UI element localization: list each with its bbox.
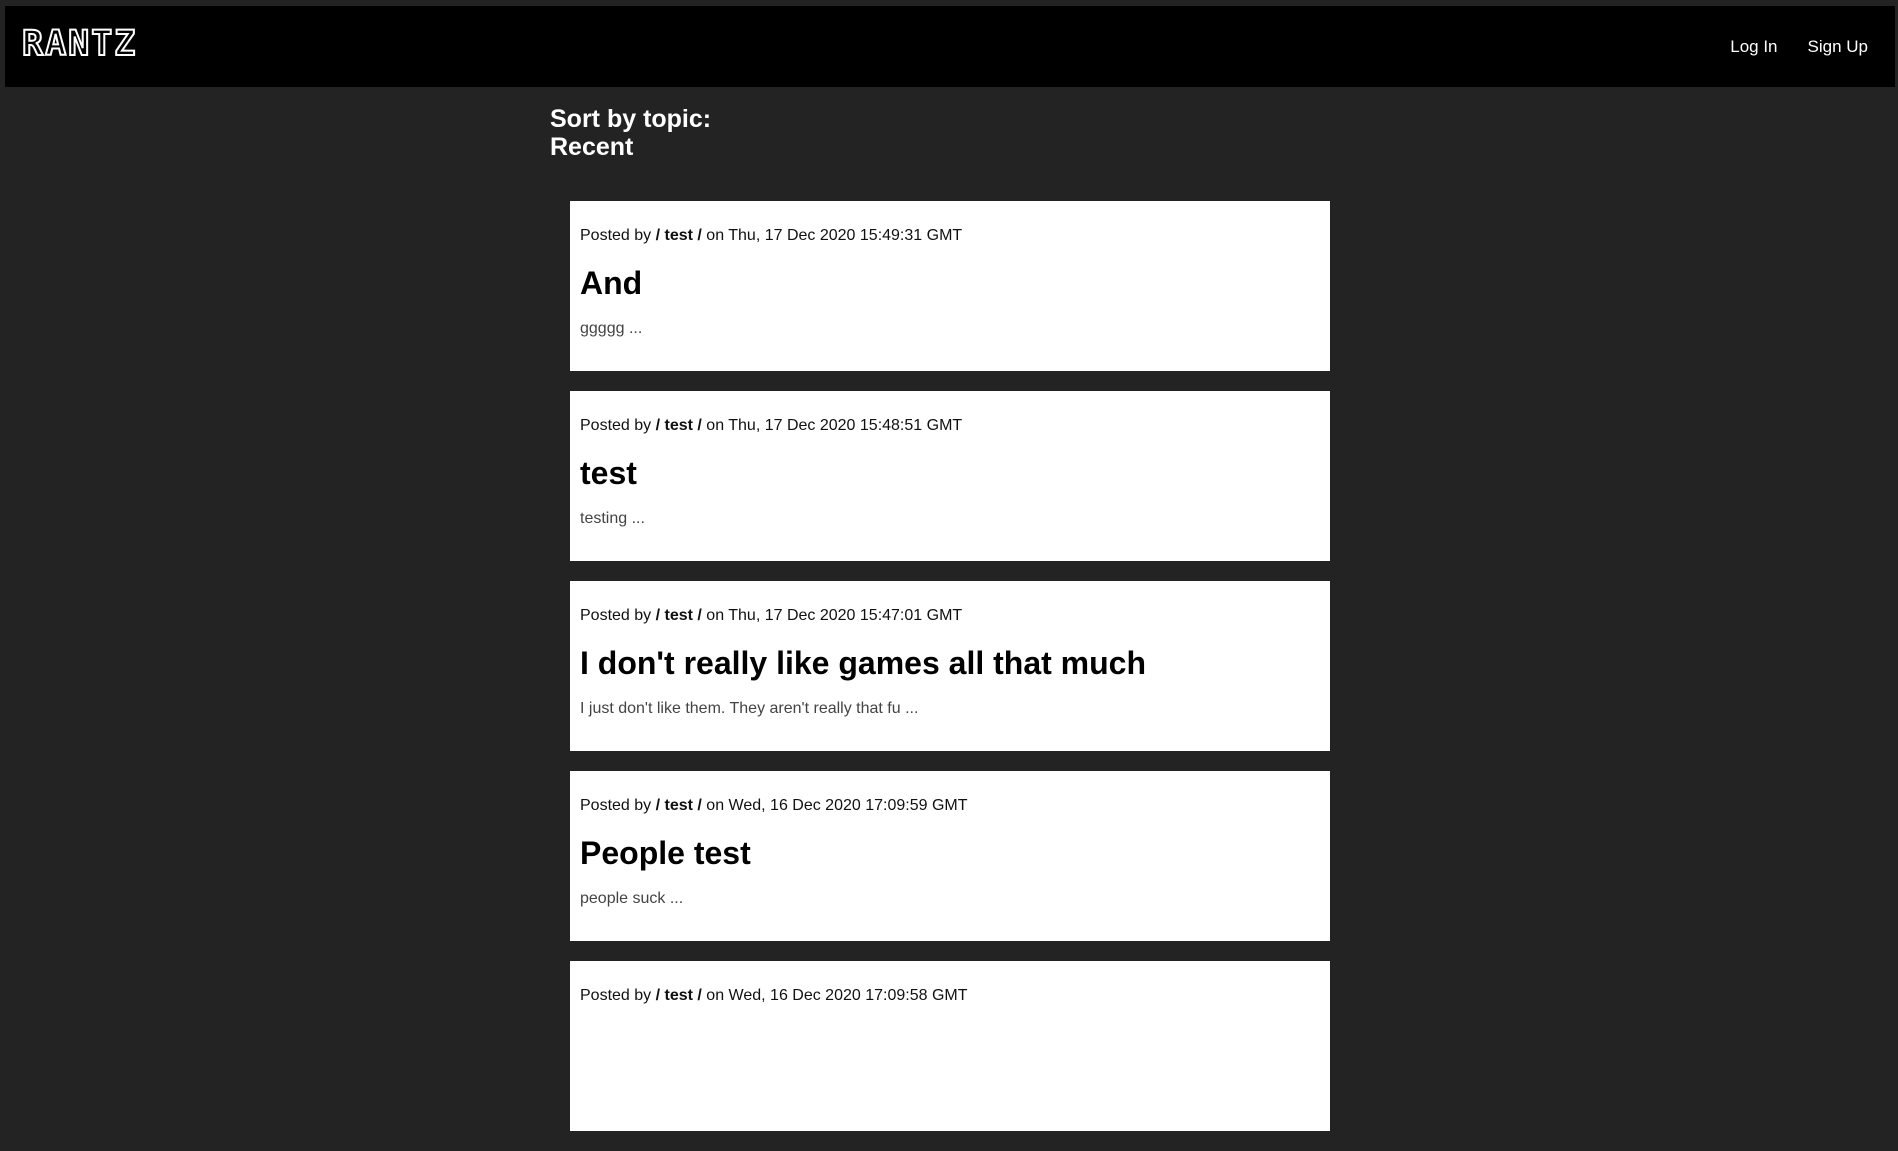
posted-by-label: Posted by xyxy=(580,987,652,1004)
post-author[interactable]: / test / xyxy=(656,227,702,244)
post-list: Posted by / test / on Thu, 17 Dec 2020 1… xyxy=(550,201,1330,1131)
posted-by-label: Posted by xyxy=(580,607,652,624)
post-card[interactable]: Posted by / test / on Thu, 17 Dec 2020 1… xyxy=(570,391,1330,561)
signup-link[interactable]: Sign Up xyxy=(1808,37,1868,57)
posted-by-label: Posted by xyxy=(580,227,652,244)
sort-heading: Sort by topic: Recent xyxy=(550,105,1330,161)
post-meta: Posted by / test / on Wed, 16 Dec 2020 1… xyxy=(580,796,1320,816)
post-excerpt: testing ... xyxy=(580,510,645,527)
post-author[interactable]: / test / xyxy=(656,607,702,624)
post-meta: Posted by / test / on Thu, 17 Dec 2020 1… xyxy=(580,416,1320,436)
post-card[interactable]: Posted by / test / on Wed, 16 Dec 2020 1… xyxy=(570,771,1330,941)
post-title[interactable]: People test xyxy=(580,834,1320,872)
post-author[interactable]: / test / xyxy=(656,417,702,434)
post-card[interactable]: Posted by / test / on Wed, 16 Dec 2020 1… xyxy=(570,961,1330,1131)
post-meta: Posted by / test / on Thu, 17 Dec 2020 1… xyxy=(580,226,1320,246)
post-excerpt: I just don't like them. They aren't real… xyxy=(580,700,919,717)
main-content: Sort by topic: Recent Posted by / test /… xyxy=(550,105,1330,1151)
post-date: on Wed, 16 Dec 2020 17:09:58 GMT xyxy=(706,987,968,1004)
site-logo[interactable]: RANTZ xyxy=(21,26,137,63)
sort-label: Sort by topic: xyxy=(550,105,712,133)
post-title[interactable]: And xyxy=(580,264,1320,302)
post-date: on Thu, 17 Dec 2020 15:49:31 GMT xyxy=(706,227,963,244)
post-meta: Posted by / test / on Wed, 16 Dec 2020 1… xyxy=(580,986,1320,1006)
post-date: on Thu, 17 Dec 2020 15:47:01 GMT xyxy=(706,607,963,624)
post-excerpt: ggggg ... xyxy=(580,320,643,337)
top-navbar: RANTZ Log In Sign Up xyxy=(5,6,1895,87)
posted-by-label: Posted by xyxy=(580,797,652,814)
post-date: on Wed, 16 Dec 2020 17:09:59 GMT xyxy=(706,797,968,814)
post-title[interactable]: I don't really like games all that much xyxy=(580,644,1320,682)
sort-value[interactable]: Recent xyxy=(550,133,633,161)
posted-by-label: Posted by xyxy=(580,417,652,434)
post-card[interactable]: Posted by / test / on Thu, 17 Dec 2020 1… xyxy=(570,201,1330,371)
post-date: on Thu, 17 Dec 2020 15:48:51 GMT xyxy=(706,417,963,434)
nav-links: Log In Sign Up xyxy=(1730,6,1868,87)
post-excerpt: people suck ... xyxy=(580,890,684,907)
post-meta: Posted by / test / on Thu, 17 Dec 2020 1… xyxy=(580,606,1320,626)
post-title[interactable]: test xyxy=(580,454,1320,492)
login-link[interactable]: Log In xyxy=(1730,37,1777,57)
post-author[interactable]: / test / xyxy=(656,797,702,814)
post-card[interactable]: Posted by / test / on Thu, 17 Dec 2020 1… xyxy=(570,581,1330,751)
post-author[interactable]: / test / xyxy=(656,987,702,1004)
